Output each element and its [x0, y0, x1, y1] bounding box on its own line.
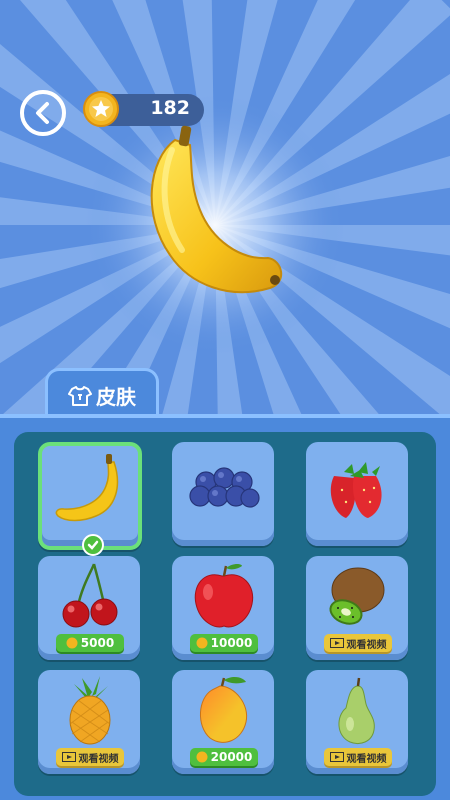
hero-area: 182 皮肤 — [0, 0, 450, 418]
skin-item-pineapple[interactable]: 观看视频 — [38, 670, 140, 774]
watch-video-button-pineapple[interactable]: 观看视频 — [56, 748, 124, 766]
skin-item-apple[interactable]: 10000 — [172, 556, 274, 660]
blueberry-icon — [189, 467, 260, 508]
coin-icon — [196, 751, 208, 763]
banana-icon — [55, 454, 119, 522]
video-icon — [329, 752, 344, 762]
skin-item-blueberry[interactable] — [172, 442, 274, 546]
skin-item-mango[interactable]: 20000 — [172, 670, 274, 774]
star-coin-icon — [83, 91, 119, 127]
price-button-mango[interactable]: 20000 — [190, 748, 258, 766]
video-icon — [61, 752, 76, 762]
chevron-left-icon — [36, 102, 49, 124]
pineapple-icon — [69, 676, 111, 745]
skin-item-pear[interactable]: 观看视频 — [306, 670, 408, 774]
kiwi-icon — [329, 567, 385, 625]
watch-video-button-pear[interactable]: 观看视频 — [324, 748, 392, 766]
skin-item-kiwi[interactable]: 观看视频 — [306, 556, 408, 660]
strawberry-icon — [330, 462, 382, 518]
apple-icon — [194, 564, 254, 628]
price-button-cherry[interactable]: 5000 — [56, 634, 124, 652]
mango-icon — [200, 676, 248, 743]
price-label: 观看视频 — [78, 753, 119, 765]
skin-item-cherry[interactable]: 5000 — [38, 556, 140, 660]
price-label: 观看视频 — [346, 753, 387, 765]
price-label: 观看视频 — [346, 639, 387, 651]
price-label: 20000 — [210, 750, 253, 764]
tab-label: 皮肤 — [96, 385, 136, 409]
skin-item-strawberry[interactable] — [306, 442, 408, 546]
back-button[interactable] — [20, 90, 66, 136]
skin-item-banana[interactable] — [38, 442, 142, 556]
selected-fruit-preview — [150, 125, 282, 294]
tab-skins[interactable]: 皮肤 — [45, 368, 159, 418]
checkmark-icon — [82, 534, 104, 556]
coin-count: 182 — [150, 97, 190, 119]
watch-video-button-kiwi[interactable]: 观看视频 — [324, 634, 392, 652]
price-button-apple[interactable]: 10000 — [190, 634, 258, 652]
cherry-icon — [62, 563, 118, 628]
skin-panel: 5000 10000 观看视频 观看视频 20000 观看视频 — [0, 418, 450, 800]
coin-icon — [66, 637, 78, 649]
video-icon — [329, 638, 344, 648]
skin-grid: 5000 10000 观看视频 观看视频 20000 观看视频 — [14, 432, 436, 796]
pear-icon — [338, 677, 375, 744]
coin-icon — [196, 637, 208, 649]
tshirt-icon — [68, 385, 92, 406]
price-label: 10000 — [210, 636, 253, 650]
price-label: 5000 — [80, 636, 115, 650]
